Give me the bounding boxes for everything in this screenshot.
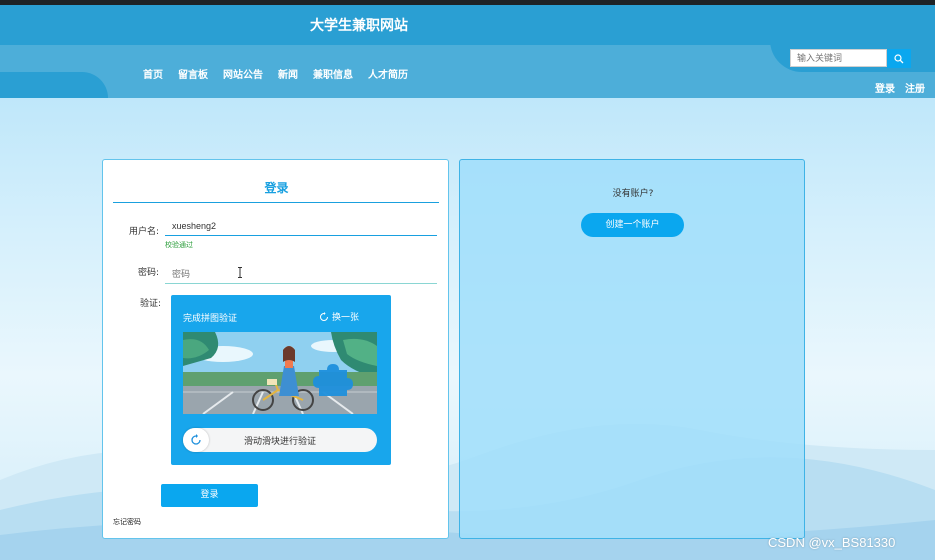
register-link[interactable]: 注册 bbox=[905, 80, 925, 95]
no-account-text: 没有账户? bbox=[612, 189, 654, 199]
login-title: 登录 bbox=[264, 181, 289, 195]
search-input[interactable] bbox=[790, 49, 887, 67]
site-title: 大学生兼职网站 bbox=[310, 18, 408, 34]
text-cursor-icon bbox=[238, 267, 242, 278]
slider-track: 滑动滑块进行验证 bbox=[183, 428, 377, 452]
nav-item-announcements[interactable]: 网站公告 bbox=[223, 66, 263, 81]
create-account-button[interactable]: 创建一个账户 bbox=[581, 213, 684, 237]
forgot-password-link[interactable]: 忘记密码 bbox=[113, 517, 141, 527]
auth-links: 登录 注册 bbox=[875, 80, 925, 95]
captcha-puzzle-image bbox=[183, 332, 377, 414]
login-submit-button[interactable]: 登录 bbox=[161, 484, 258, 507]
slider-handle[interactable] bbox=[183, 428, 209, 452]
header-bar bbox=[0, 5, 935, 45]
main-nav: 首页 留言板 网站公告 新闻 兼职信息 人才简历 bbox=[143, 66, 408, 81]
login-link[interactable]: 登录 bbox=[875, 80, 895, 95]
captcha-refresh-button[interactable]: 换一张 bbox=[319, 310, 359, 323]
nav-item-jobs[interactable]: 兼职信息 bbox=[313, 66, 353, 81]
refresh-icon bbox=[320, 311, 328, 321]
captcha-title: 完成拼图验证 bbox=[183, 314, 238, 324]
search-button[interactable] bbox=[887, 49, 911, 68]
search-icon bbox=[894, 53, 904, 63]
watermark: CSDN @vx_BS81330 bbox=[768, 535, 896, 550]
title-divider bbox=[113, 202, 439, 203]
refresh-icon bbox=[191, 434, 201, 445]
captcha-refresh-label: 换一张 bbox=[332, 313, 360, 323]
login-panel: 登录 用户名: 校验通过 密码: 验证: 完成拼图验证 换一张 bbox=[102, 159, 449, 539]
slider-instruction: 滑动滑块进行验证 bbox=[243, 437, 316, 447]
nav-item-home[interactable]: 首页 bbox=[143, 66, 163, 81]
nav-decoration-left bbox=[0, 72, 108, 98]
username-valid-message: 校验通过 bbox=[165, 241, 193, 249]
captcha-widget: 完成拼图验证 换一张 滑动滑块进行验证 bbox=[171, 295, 391, 465]
nav-item-resumes[interactable]: 人才简历 bbox=[368, 66, 408, 81]
nav-item-message-board[interactable]: 留言板 bbox=[178, 66, 208, 81]
register-panel: 没有账户? 创建一个账户 bbox=[459, 159, 805, 539]
username-field[interactable] bbox=[165, 216, 437, 236]
captcha-label: 验证: bbox=[139, 299, 161, 309]
nav-item-news[interactable]: 新闻 bbox=[278, 66, 298, 81]
password-label: 密码: bbox=[137, 268, 159, 278]
password-field[interactable] bbox=[165, 264, 437, 284]
username-label: 用户名: bbox=[128, 227, 159, 237]
